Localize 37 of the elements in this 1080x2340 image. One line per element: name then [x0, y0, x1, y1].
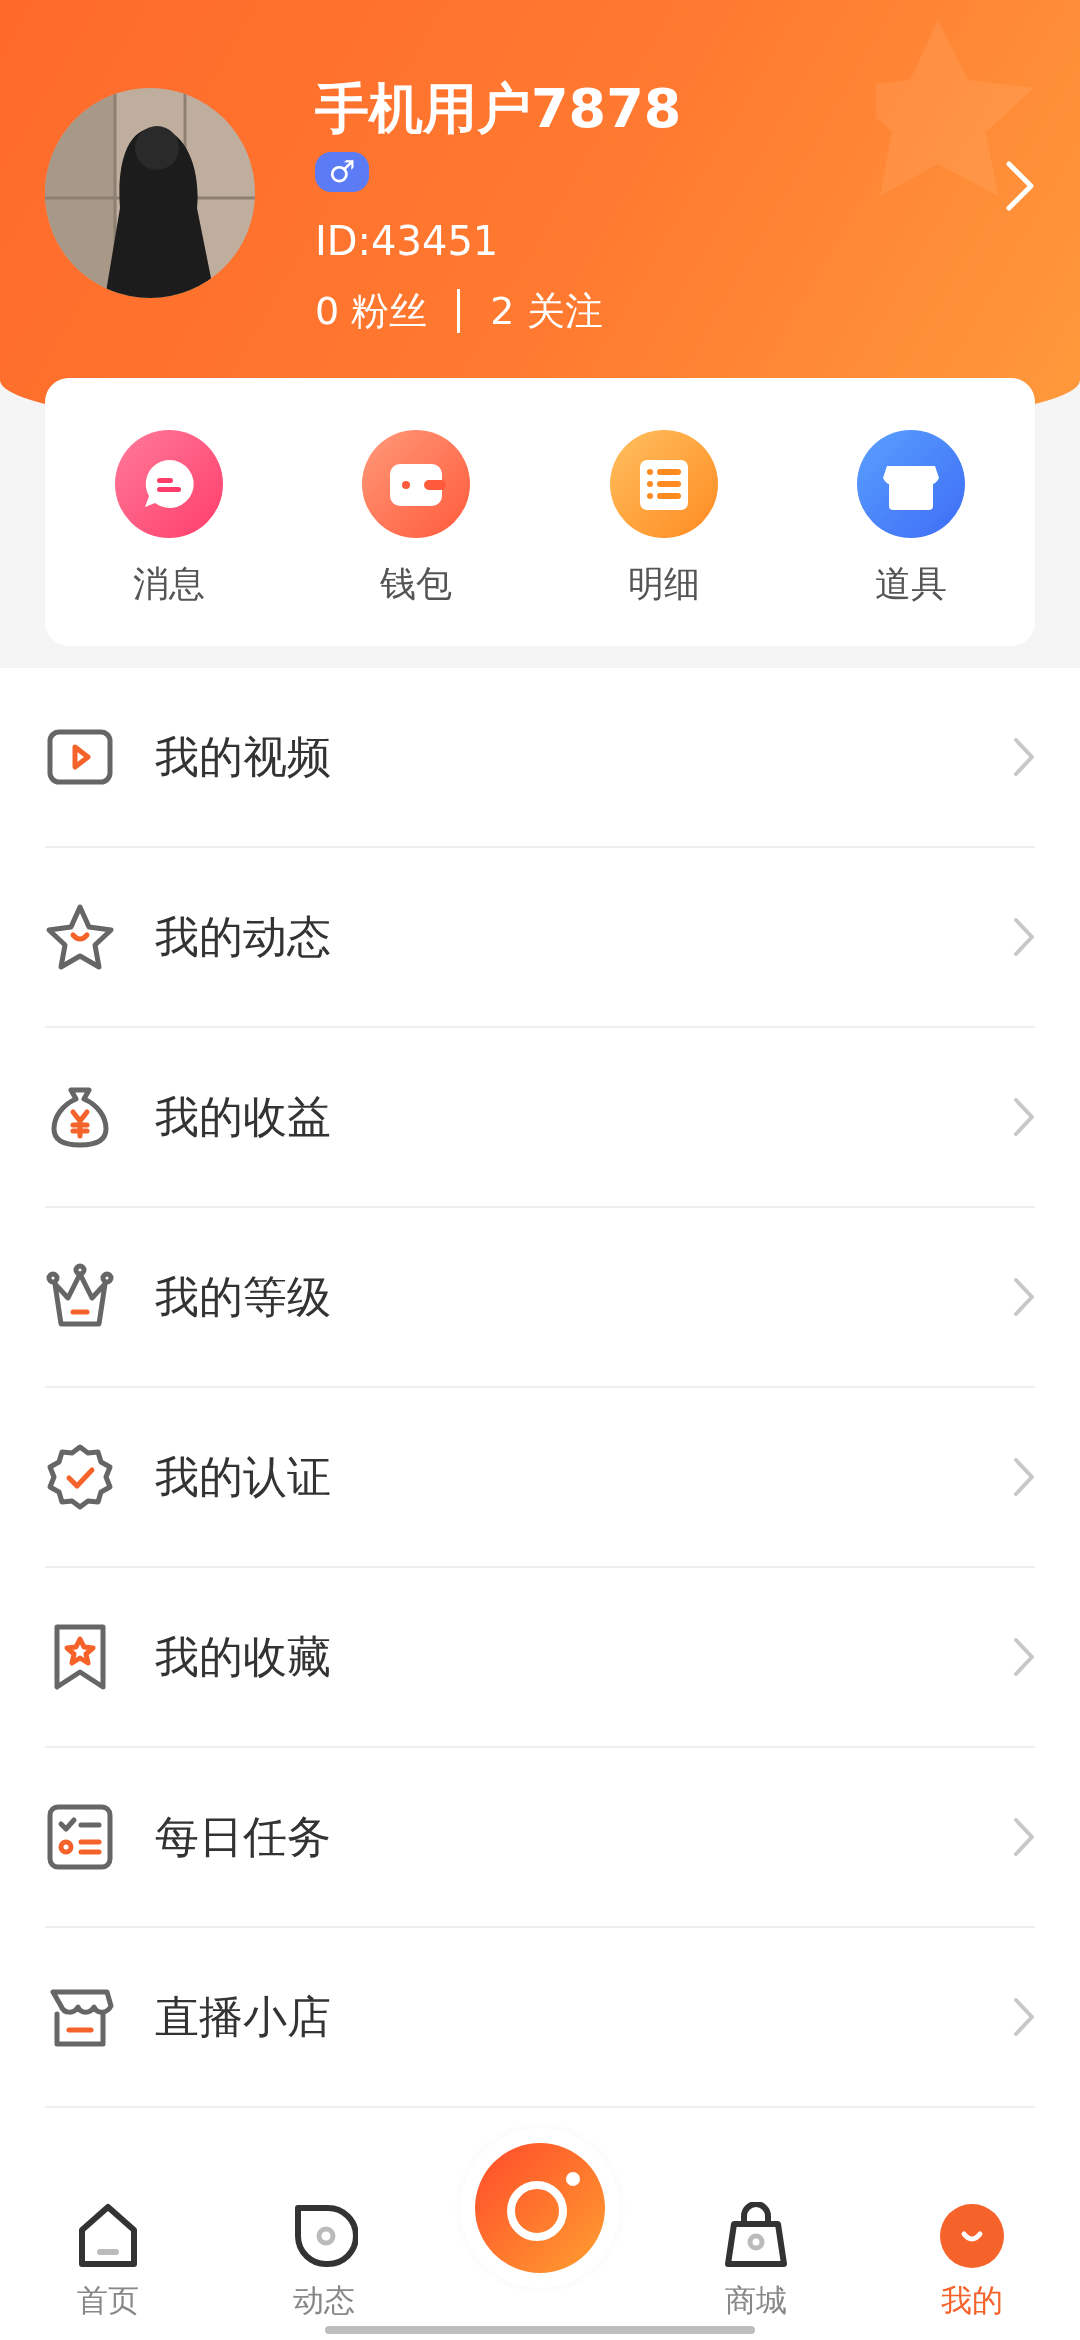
shortcut-button[interactable]: 钱包 [292, 430, 540, 606]
chevron-right-icon [1013, 1637, 1035, 1677]
menu-item[interactable]: 每日任务 [155, 1807, 1013, 1867]
menu-item[interactable]: 直播小店 [155, 1987, 1013, 2047]
wallet-icon [362, 430, 471, 538]
menu-item[interactable]: 我的收藏 [155, 1627, 1013, 1687]
chevron-right-icon[interactable] [1005, 160, 1035, 212]
chevron-right-icon [1013, 1457, 1035, 1497]
chevron-right-icon [1013, 1277, 1035, 1317]
chevron-right-icon [1013, 917, 1035, 957]
tab[interactable]: 商城 [648, 2184, 864, 2340]
message-icon [114, 430, 223, 538]
shortcut-button[interactable]: 消息 [45, 430, 293, 606]
tasks-icon [45, 1802, 115, 1872]
star-icon [45, 902, 115, 972]
badge-icon [45, 1442, 115, 1512]
smile-icon [938, 2202, 1006, 2270]
menu-item[interactable]: 我的动态 [155, 907, 1013, 967]
user-name: 手机用户7878 [315, 76, 683, 142]
shop-icon [857, 430, 966, 538]
chevron-right-icon [1013, 737, 1035, 777]
chevron-right-icon [1013, 1097, 1035, 1137]
shortcut-button[interactable]: 明细 [540, 430, 788, 606]
menu-item[interactable]: 我的视频 [155, 727, 1013, 787]
menu-item[interactable]: 我的收益 [155, 1087, 1013, 1147]
user-id: ID:43451 [315, 217, 500, 266]
tab[interactable]: 首页 [0, 2184, 216, 2340]
chevron-right-icon [1013, 1997, 1035, 2037]
tab[interactable]: 动态 [216, 2184, 432, 2340]
shortcut-button[interactable]: 道具 [787, 430, 1035, 606]
camera-icon [475, 2143, 605, 2273]
gender-badge: ♂ [315, 152, 369, 192]
chevron-right-icon [1013, 1817, 1035, 1857]
bag-icon [722, 2202, 790, 2270]
menu-item[interactable]: 我的认证 [155, 1447, 1013, 1507]
menu-item[interactable]: 我的等级 [155, 1267, 1013, 1327]
list-icon [609, 430, 718, 538]
